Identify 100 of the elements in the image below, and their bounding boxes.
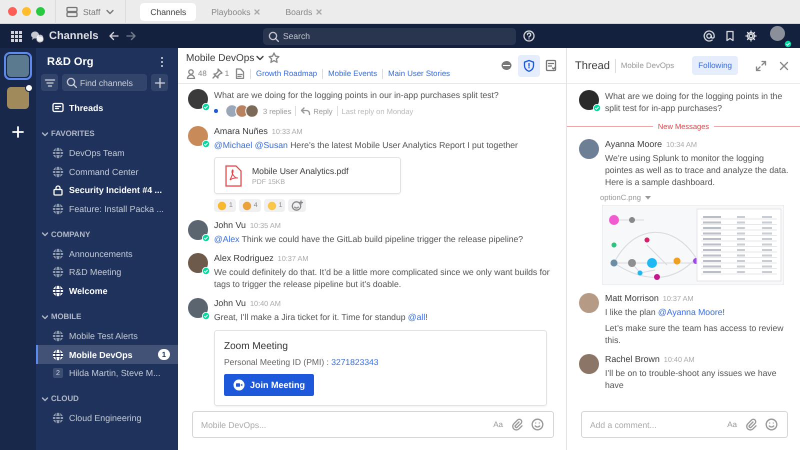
back-arrow-icon[interactable] <box>108 30 120 42</box>
threads-item[interactable]: Threads <box>36 99 178 118</box>
filter-icon <box>44 76 56 88</box>
text-format-button[interactable]: Aa <box>493 420 503 429</box>
add-reaction-button[interactable] <box>288 199 306 212</box>
chevron-icon <box>41 394 49 403</box>
app-tab[interactable]: Playbooks <box>202 2 270 20</box>
avatar[interactable] <box>579 90 599 110</box>
message-text: What are we doing for the logging points in the split test for in-app purchases? <box>605 90 784 114</box>
chevron-icon <box>41 230 49 238</box>
user-avatar[interactable] <box>770 26 785 41</box>
checklist-icon[interactable] <box>545 59 558 72</box>
app-tab[interactable]: Channels <box>140 2 196 20</box>
channel-item[interactable]: R&D Meeting <box>36 263 178 282</box>
emoji-picker-icon[interactable] <box>765 418 778 431</box>
call-icon[interactable] <box>500 59 513 72</box>
channel-item[interactable]: DevOps Team <box>36 144 178 162</box>
pdf-file-icon <box>224 164 243 186</box>
mention-link[interactable]: @Alex <box>214 234 240 244</box>
help-icon[interactable] <box>523 30 535 42</box>
message-text: I like the plan @Ayanna Moore! <box>605 306 726 318</box>
message-text: Great, I’ll make a Jira ticket for it. Time for standup @all! <box>214 311 429 323</box>
chat-bubbles-icon <box>30 30 45 42</box>
product-name: Channels <box>49 30 99 42</box>
emoji-picker-icon[interactable] <box>531 418 544 431</box>
more-menu-icon[interactable] <box>160 56 164 68</box>
online-status-icon <box>202 103 210 111</box>
team-name[interactable]: R&D Org <box>47 56 94 68</box>
mention-link[interactable]: 3271823343 <box>331 357 379 367</box>
online-status-icon <box>593 104 601 112</box>
chevron-icon <box>41 312 49 320</box>
mention-link[interactable]: @Ayanna Moore <box>658 307 722 317</box>
channel-item[interactable]: Welcome <box>36 282 178 300</box>
globe-icon <box>52 166 64 178</box>
avatar[interactable] <box>188 89 208 109</box>
filter-button[interactable] <box>41 74 58 91</box>
author-name[interactable]: Rachel Brown <box>605 354 660 364</box>
chevron-icon <box>41 130 49 138</box>
mention-link[interactable]: @all <box>408 312 426 322</box>
mention-link[interactable]: @Michael @Susan <box>214 140 288 150</box>
channel-item[interactable]: Command Center <box>36 162 178 182</box>
file-icon[interactable] <box>234 68 246 79</box>
plus-icon <box>154 76 166 88</box>
team-button[interactable] <box>4 84 32 112</box>
message-text: Let’s make sure the team has access to review this. <box>605 322 784 346</box>
author-name[interactable]: Matt Morrison <box>605 293 659 303</box>
author-name[interactable]: Ayanna Moore <box>605 139 662 149</box>
online-status-icon <box>202 267 210 275</box>
reply-arrow-icon <box>300 106 312 116</box>
lock-icon <box>52 184 64 196</box>
channel-item[interactable]: Mobile Test Alerts <box>36 326 178 346</box>
shield-icon[interactable] <box>518 54 540 76</box>
globe-icon <box>52 285 64 298</box>
globe-icon <box>52 348 64 361</box>
app-tab[interactable]: Boards <box>276 2 332 20</box>
file-name: Mobile User Analytics.pdf <box>252 166 348 176</box>
channel-item[interactable]: Feature: Install Packa ... <box>36 200 178 218</box>
globe-icon <box>52 412 64 424</box>
add-team-icon[interactable] <box>12 126 24 138</box>
author-name[interactable]: John Vu <box>214 298 246 308</box>
expand-icon[interactable] <box>755 60 767 72</box>
search-icon <box>66 77 77 88</box>
dashboard-screenshot-drawing[interactable] <box>602 205 784 285</box>
attachment-icon[interactable] <box>511 418 523 431</box>
channel-name[interactable]: Mobile DevOps <box>186 52 266 64</box>
author-name[interactable]: Amara Nuñes <box>214 126 268 136</box>
globe-icon <box>52 266 64 278</box>
star-icon[interactable] <box>268 52 280 64</box>
grid-menu-icon[interactable] <box>10 30 23 42</box>
meeting-title: Zoom Meeting <box>224 341 289 352</box>
members-icon <box>186 68 196 79</box>
author-name[interactable]: Alex Rodriguez <box>214 253 274 263</box>
settings-icon[interactable] <box>745 30 757 42</box>
follow-button[interactable]: Following <box>692 56 738 75</box>
globe-icon <box>52 147 64 160</box>
text-format-button[interactable]: Aa <box>727 420 737 429</box>
globe-icon <box>52 203 64 216</box>
close-window-button[interactable] <box>8 7 17 16</box>
message-text: Personal Meeting ID (PMI) : 3271823343 <box>224 356 380 368</box>
channel-item[interactable]: Announcements <box>36 244 178 264</box>
join-meeting-button[interactable]: Join Meeting <box>224 374 314 396</box>
participant-avatars-drawing <box>225 104 259 118</box>
smiley-plus-icon <box>291 200 304 212</box>
channel-item[interactable]: Security Incident #4 ... <box>36 181 178 200</box>
add-channel-button[interactable] <box>151 74 168 91</box>
online-status-icon <box>202 312 210 320</box>
channel-item[interactable]: Cloud Engineering <box>36 408 178 428</box>
caret-icon <box>644 194 652 201</box>
mention-icon[interactable] <box>703 30 715 42</box>
threads-icon <box>52 102 64 114</box>
close-icon[interactable] <box>778 60 790 72</box>
forward-arrow-icon[interactable] <box>124 30 137 42</box>
attachment-icon[interactable] <box>745 418 757 431</box>
message-text: @Michael @Susan Here’s the latest Mobile User Analytics Report I put together <box>214 139 519 151</box>
pin-icon <box>212 68 223 79</box>
message-text: I’ll be on to trouble-shoot any issues we have have <box>605 367 778 391</box>
bookmark-icon[interactable] <box>724 30 736 42</box>
avatar[interactable] <box>188 253 208 273</box>
author-name[interactable]: John Vu <box>214 220 246 230</box>
message-text: What are we doing for the logging points in our in-app purchases split test? <box>214 89 500 101</box>
